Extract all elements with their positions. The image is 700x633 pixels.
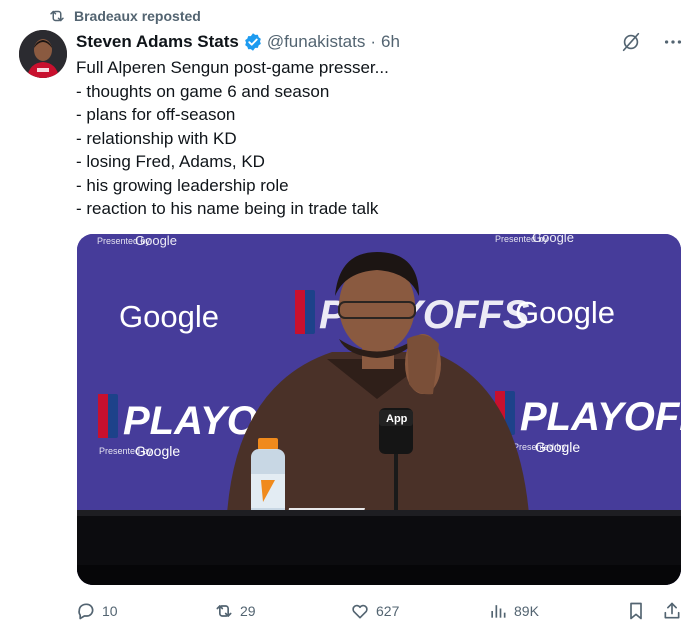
- backdrop-google-logo: Google: [515, 295, 615, 330]
- grok-icon[interactable]: [620, 31, 642, 53]
- bookmark-icon: [630, 602, 642, 620]
- tweet-line: - thoughts on game 6 and season: [76, 81, 330, 101]
- like-button[interactable]: 627: [350, 601, 399, 621]
- separator-dot: ·: [370, 32, 377, 51]
- repost-icon: [50, 10, 64, 22]
- post-time[interactable]: 6h: [381, 32, 400, 52]
- share-button[interactable]: [662, 601, 682, 621]
- repost-icon: [216, 605, 232, 617]
- action-bar: 10 29 627 89K: [76, 598, 690, 624]
- backdrop-google-text: Google: [135, 234, 177, 248]
- reply-button[interactable]: 10: [76, 601, 118, 621]
- repost-count: 29: [240, 603, 256, 619]
- tweet-header: Steven Adams Stats @funakistats · 6h: [76, 30, 684, 54]
- reply-icon: [78, 603, 94, 620]
- backdrop-google-text: Google: [535, 439, 580, 455]
- tweet-line: - plans for off-season: [76, 105, 236, 124]
- tweet-text: Full Alperen Sengun post-game presser...…: [76, 56, 676, 221]
- mic-flag-text: App: [386, 413, 408, 425]
- backdrop-google-text: Google: [135, 443, 180, 459]
- repost-label: Bradeaux reposted: [74, 8, 201, 24]
- tweet-line: - losing Fred, Adams, KD: [76, 152, 265, 171]
- video-thumbnail[interactable]: Presented by Google Presented by Google …: [77, 234, 681, 585]
- views-icon: [491, 605, 506, 618]
- backdrop-google-text: Google: [532, 234, 574, 245]
- share-icon: [664, 602, 680, 619]
- tweet-line: - relationship with KD: [76, 128, 237, 148]
- author-name[interactable]: Steven Adams Stats: [76, 32, 239, 52]
- repost-indicator[interactable]: Bradeaux reposted: [48, 6, 201, 26]
- tweet-line: Full Alperen Sengun post-game presser...: [76, 58, 389, 77]
- like-count: 627: [376, 603, 400, 619]
- views-count: 89K: [514, 603, 539, 619]
- backdrop-playoffs-text: PLAYOFFS: [520, 395, 681, 439]
- verified-badge-icon[interactable]: [243, 32, 263, 52]
- avatar[interactable]: [19, 30, 67, 78]
- more-options-icon[interactable]: [662, 31, 684, 53]
- author-handle[interactable]: @funakistats: [267, 32, 366, 52]
- bookmark-button[interactable]: [626, 601, 646, 621]
- heart-icon: [352, 604, 368, 619]
- views-button[interactable]: 89K: [488, 601, 539, 621]
- tweet-line: - his growing leadership role: [76, 175, 289, 195]
- backdrop-google-logo: Google: [119, 299, 219, 334]
- tweet-line: - reaction to his name being in trade ta…: [76, 199, 379, 218]
- reply-count: 10: [102, 603, 118, 619]
- repost-button[interactable]: 29: [214, 601, 256, 621]
